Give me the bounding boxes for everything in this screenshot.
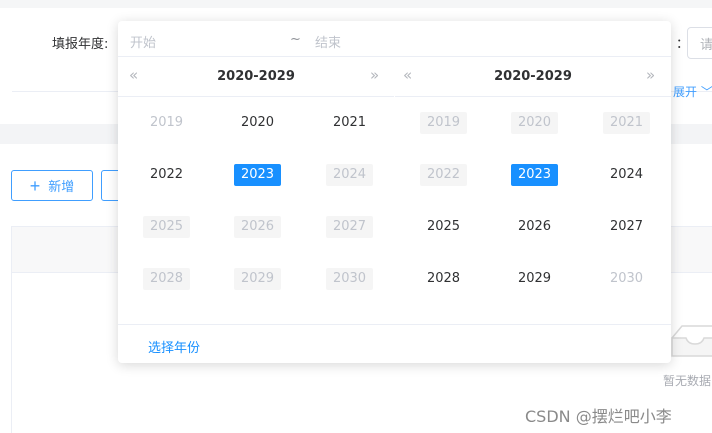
- year-cell-2021[interactable]: 2021: [326, 112, 373, 134]
- next-decade-icon[interactable]: »: [646, 66, 655, 84]
- year-cell-2029[interactable]: 2029: [511, 268, 558, 290]
- year-cell-2024[interactable]: 2024: [603, 164, 650, 186]
- year-cell-2025: 2025: [143, 216, 190, 238]
- year-cell-2027[interactable]: 2027: [603, 216, 650, 238]
- left-year-grid: 2019 2020 2021 2022 2023 2024 2025 2026 2027 2028…: [119, 97, 393, 305]
- year-row: 2022 2023 2024: [119, 149, 393, 201]
- right-year-grid: 2019 2020 2021 2022 2023 2024 2025 2026 2027 2028…: [396, 97, 670, 305]
- year-cell-2022[interactable]: 2022: [143, 164, 190, 186]
- start-year-input[interactable]: 开始: [130, 32, 156, 51]
- year-row: 2025 2026 2027: [119, 201, 393, 253]
- watermark: CSDN @摆烂吧小李: [525, 407, 672, 426]
- expand-link[interactable]: 展开 ﹀: [673, 83, 712, 100]
- range-input[interactable]: 开始 ~ 结束: [118, 21, 671, 57]
- year-row: 2022 2023 2024: [396, 149, 670, 201]
- add-button[interactable]: + 新增: [11, 170, 93, 201]
- right-panel-header: « 2020-2029 »: [395, 57, 671, 97]
- year-cell-2029: 2029: [234, 268, 281, 290]
- next-decade-icon[interactable]: »: [370, 66, 379, 84]
- year-cell-2020[interactable]: 2020: [234, 112, 281, 134]
- year-cell-2022: 2022: [420, 164, 467, 186]
- year-row: 2025 2026 2027: [396, 201, 670, 253]
- plus-icon: +: [29, 175, 41, 196]
- empty-box-icon: [671, 325, 712, 357]
- end-year-input[interactable]: 结束: [315, 32, 341, 51]
- select-year-link[interactable]: 选择年份: [148, 337, 200, 356]
- year-row: 2028 2029 2030: [396, 253, 670, 305]
- year-cell-2019[interactable]: 2019: [143, 112, 190, 134]
- left-panel-title: 2020-2029: [217, 69, 295, 84]
- year-cell-2030: 2030: [326, 268, 373, 290]
- year-cell-2023[interactable]: 2023: [234, 164, 281, 186]
- year-cell-2026: 2026: [234, 216, 281, 238]
- year-row: 2019 2020 2021: [396, 97, 670, 149]
- top-strip: [0, 0, 712, 8]
- right-panel-title: 2020-2029: [494, 69, 572, 84]
- year-range-picker: 开始 ~ 结束 « 2020-2029 » 2019 2020 2021 2022 20…: [118, 21, 671, 363]
- second-filter-input[interactable]: 请: [687, 27, 712, 59]
- year-cell-2024: 2024: [326, 164, 373, 186]
- year-cell-2023[interactable]: 2023: [511, 164, 558, 186]
- range-separator: ~: [290, 32, 301, 47]
- year-cell-2019: 2019: [420, 112, 467, 134]
- year-cell-2025[interactable]: 2025: [420, 216, 467, 238]
- year-cell-2028[interactable]: 2028: [420, 268, 467, 290]
- add-button-label: 新增: [48, 179, 75, 194]
- year-filter-label: 填报年度:: [52, 37, 109, 52]
- empty-text: 暂无数据: [663, 374, 712, 388]
- year-row: 2019 2020 2021: [119, 97, 393, 149]
- right-year-panel: « 2020-2029 » 2019 2020 2021 2022 2023 2024 20…: [395, 57, 671, 325]
- year-cell-2021: 2021: [603, 112, 650, 134]
- year-cell-2028: 2028: [143, 268, 190, 290]
- left-year-panel: « 2020-2029 » 2019 2020 2021 2022 2023 2024 20…: [118, 57, 394, 325]
- year-row: 2028 2029 2030: [119, 253, 393, 305]
- year-cell-2020: 2020: [511, 112, 558, 134]
- year-cell-2030[interactable]: 2030: [603, 268, 650, 290]
- picker-footer: 选择年份: [118, 324, 671, 363]
- year-cell-2026[interactable]: 2026: [511, 216, 558, 238]
- year-cell-2027: 2027: [326, 216, 373, 238]
- left-panel-header: « 2020-2029 »: [118, 57, 394, 97]
